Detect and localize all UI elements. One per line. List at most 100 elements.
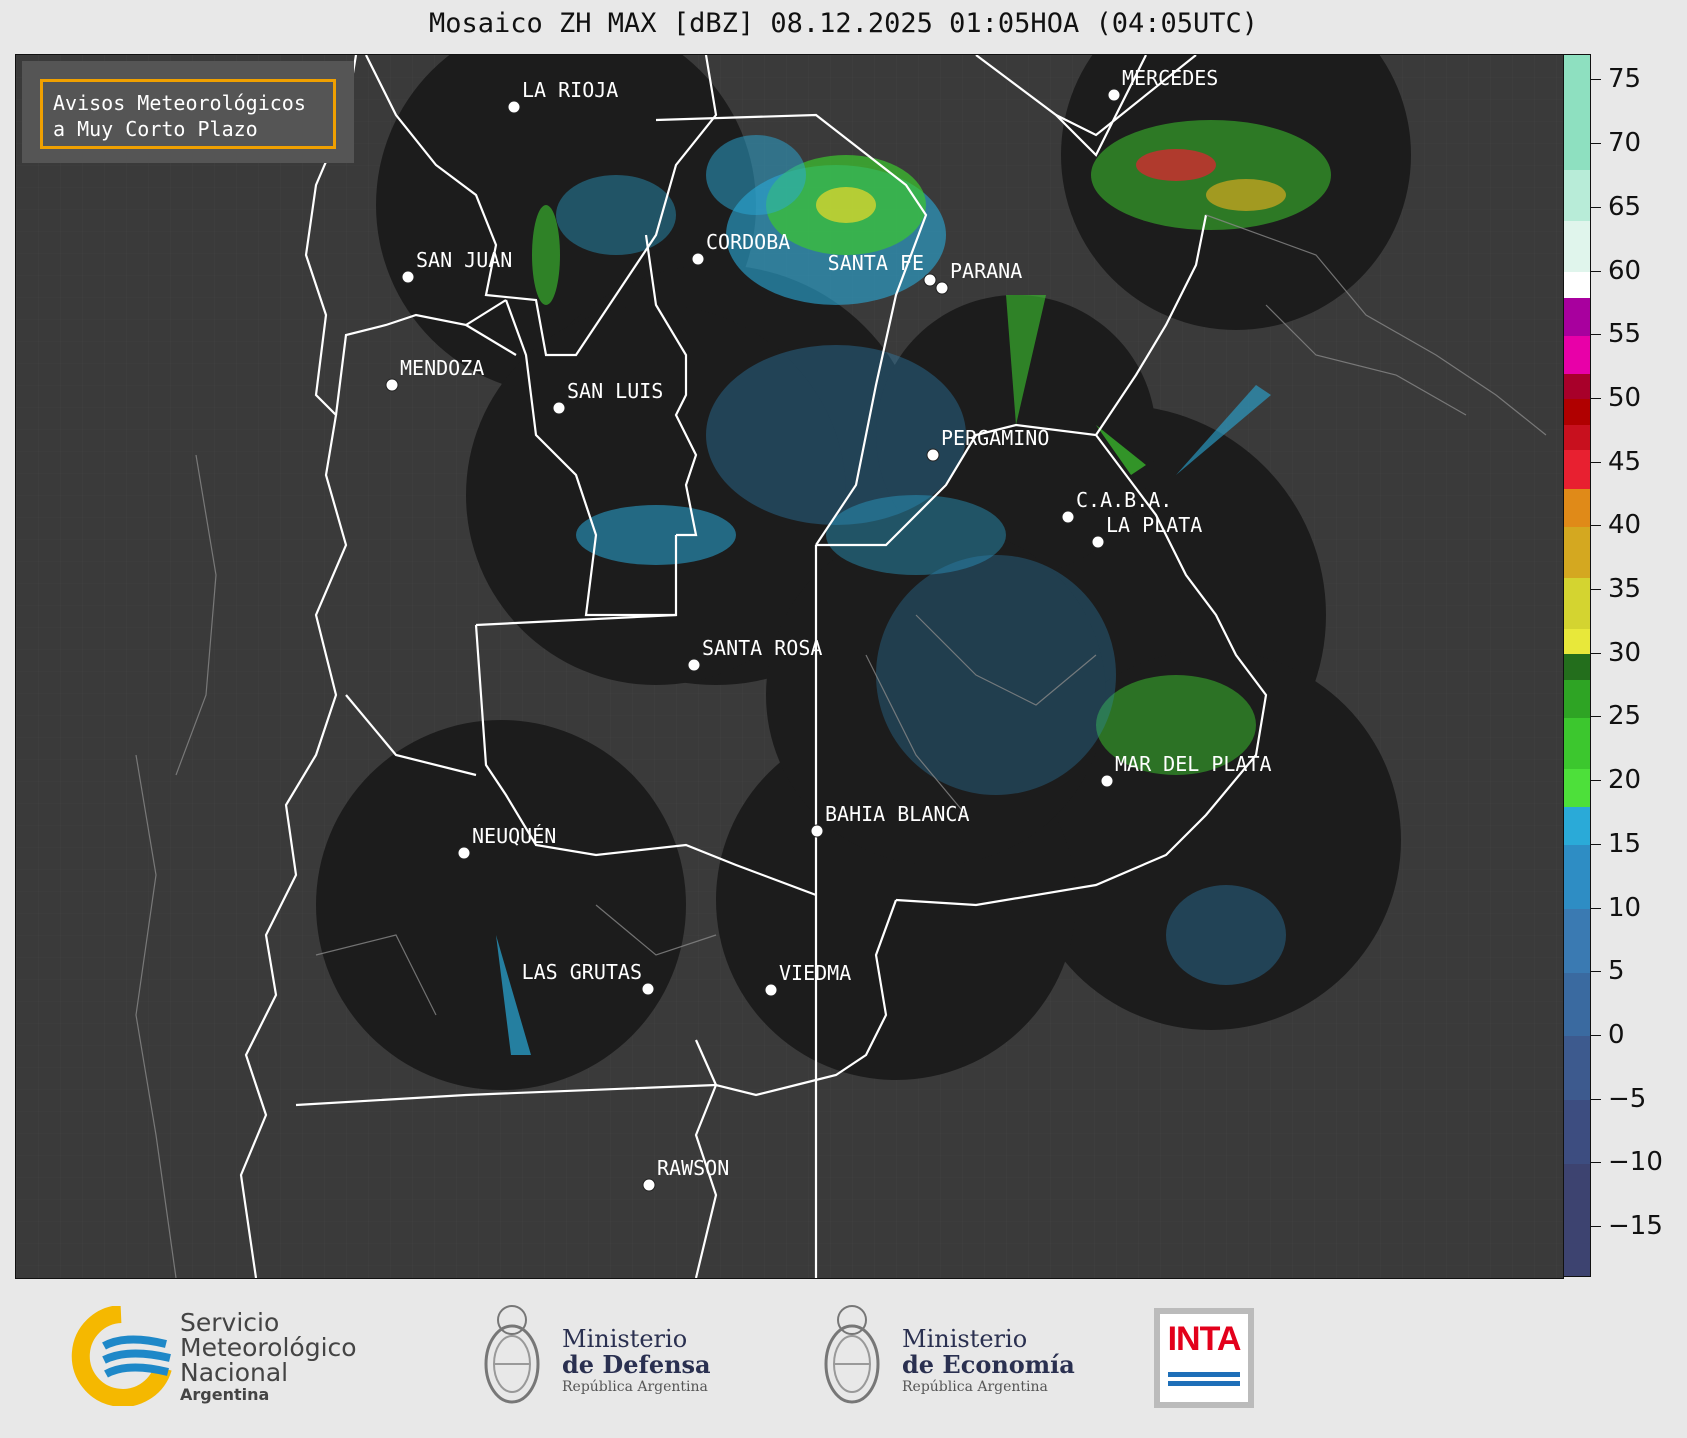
colorbar-segment <box>1564 488 1590 527</box>
colorbar-tick <box>1591 780 1601 782</box>
colorbar-tick <box>1591 334 1601 336</box>
city-marker-icon <box>926 448 940 462</box>
colorbar-tick <box>1591 716 1601 718</box>
city-label: VIEDMA <box>779 961 851 985</box>
colorbar-tick-label: 40 <box>1608 510 1642 541</box>
colorbar-tick <box>1591 1162 1601 1164</box>
colorbar-segment <box>1564 220 1590 273</box>
colorbar-tick-label: 5 <box>1608 956 1625 987</box>
inta-wordmark: INTA <box>1167 1320 1242 1358</box>
colorbar-segment <box>1564 297 1590 336</box>
colorbar-tick-label: 70 <box>1608 128 1642 159</box>
defensa-line-2: de Defensa <box>562 1350 711 1379</box>
colorbar-tick-label: 20 <box>1608 765 1642 796</box>
city-label: MERCEDES <box>1122 66 1218 90</box>
city-marker-icon <box>687 658 701 672</box>
city-marker-icon <box>552 401 566 415</box>
smn-logo: Servicio Meteorológico Nacional Argentin… <box>66 1306 386 1406</box>
colorbar-segment <box>1564 653 1590 680</box>
colorbar-tick <box>1591 1034 1601 1036</box>
footer-logos: Servicio Meteorológico Nacional Argentin… <box>0 1280 1687 1438</box>
legend-line-1: Avisos Meteorológicos <box>53 91 306 115</box>
colorbar-tick <box>1591 589 1601 591</box>
city-marker-icon <box>385 378 399 392</box>
colorbar-segment <box>1564 398 1590 425</box>
warning-legend-panel: Avisos Meteorológicos a Muy Corto Plazo <box>22 61 354 163</box>
colorbar-tick <box>1591 397 1601 399</box>
inta-logo: INTA <box>1154 1308 1254 1408</box>
city-label: LA PLATA <box>1106 513 1202 537</box>
coat-of-arms-icon <box>824 1305 880 1404</box>
colorbar-tick-label: −5 <box>1608 1083 1647 1114</box>
city-label: SAN JUAN <box>416 248 512 272</box>
colorbar-tick-label: 50 <box>1608 382 1642 413</box>
city-marker-icon <box>691 252 705 266</box>
colorbar-tick-label: 10 <box>1608 892 1642 923</box>
colorbar-tick <box>1591 1226 1601 1228</box>
city-marker-icon <box>1100 774 1114 788</box>
smn-line-1: Servicio <box>180 1308 280 1337</box>
colorbar-tick <box>1591 143 1601 145</box>
city-label: LA RIOJA <box>522 78 618 102</box>
colorbar-segment <box>1564 717 1590 769</box>
colorbar-tick <box>1591 652 1601 654</box>
city-label: C.A.B.A. <box>1076 488 1172 512</box>
city-label: BAHIA BLANCA <box>825 802 970 826</box>
colorbar-segment <box>1564 908 1590 973</box>
smn-line-3: Nacional <box>180 1358 289 1387</box>
city-marker-icon <box>1107 88 1121 102</box>
colorbar-tick <box>1591 971 1601 973</box>
colorbar-segment <box>1564 449 1590 489</box>
colorbar-segment <box>1564 768 1590 808</box>
city-label: CORDOBA <box>706 230 790 254</box>
colorbar-segment <box>1564 1035 1590 1101</box>
radar-map[interactable]: LA RIOJA MERCEDES CORDOBA SAN JUAN SANTA FE P… <box>15 54 1564 1279</box>
map-canvas: LA RIOJA MERCEDES CORDOBA SAN JUAN SANTA FE P… <box>16 55 1563 1278</box>
map-title: Mosaico ZH MAX [dBZ] 08.12.2025 01:05HOA… <box>428 8 1259 39</box>
colorbar-segment <box>1564 806 1590 846</box>
colorbar-segment <box>1564 335 1590 374</box>
defensa-line-1: Ministerio <box>562 1325 688 1353</box>
city-label: NEUQUÉN <box>472 824 556 848</box>
economia-line-3: República Argentina <box>902 1379 1048 1395</box>
smn-line-4: Argentina <box>180 1385 270 1404</box>
city-label: SANTA FE <box>828 251 924 275</box>
colorbar-segment <box>1564 972 1590 1037</box>
city-marker-icon <box>457 846 471 860</box>
city-marker-icon <box>1061 510 1075 524</box>
colorbar-tick-label: 0 <box>1608 1019 1625 1050</box>
city-marker-icon <box>1091 535 1105 549</box>
colorbar-tick-label: 55 <box>1608 319 1642 350</box>
colorbar-tick <box>1591 461 1601 463</box>
colorbar-tick <box>1591 1098 1601 1100</box>
warning-legend: Avisos Meteorológicos a Muy Corto Plazo <box>40 79 336 149</box>
colorbar-segment <box>1564 424 1590 451</box>
city-label: PERGAMINO <box>941 426 1049 450</box>
legend-line-2: a Muy Corto Plazo <box>53 117 258 141</box>
colorbar-segment <box>1564 1163 1590 1276</box>
smn-emblem-icon <box>71 1306 172 1406</box>
city-marker-icon <box>401 270 415 284</box>
ministerio-economia-logo: Ministerio de Economía República Argenti… <box>820 1298 1080 1414</box>
city-marker-icon <box>923 273 937 287</box>
city-marker-icon <box>507 100 521 114</box>
colorbar-tick <box>1591 525 1601 527</box>
colorbar-segment <box>1564 679 1590 718</box>
economia-line-1: Ministerio <box>902 1325 1028 1353</box>
colorbar-segment <box>1564 844 1590 910</box>
colorbar-tick-label: 35 <box>1608 574 1642 605</box>
dbz-colorbar <box>1563 54 1591 1277</box>
coat-of-arms-icon <box>484 1305 540 1404</box>
city-label: SANTA ROSA <box>702 636 822 660</box>
colorbar-tick-label: −10 <box>1608 1147 1663 1178</box>
city-label: MAR DEL PLATA <box>1115 752 1272 776</box>
defensa-line-3: República Argentina <box>562 1379 708 1395</box>
city-label: LAS GRUTAS <box>522 960 642 984</box>
city-label: SAN LUIS <box>567 379 663 403</box>
colorbar-tick-label: 65 <box>1608 191 1642 222</box>
colorbar-segment <box>1564 55 1590 171</box>
colorbar-tick <box>1591 206 1601 208</box>
colorbar-segment <box>1564 271 1590 298</box>
ministerio-defensa-logo: Ministerio de Defensa República Argentin… <box>480 1298 720 1414</box>
city-marker-icon <box>764 983 778 997</box>
